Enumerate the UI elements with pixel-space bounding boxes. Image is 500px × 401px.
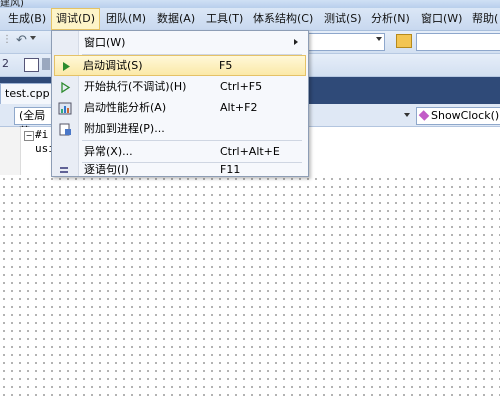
menu-item-label: 启动性能分析(A) [84, 101, 167, 114]
menu-item-label: 启动调试(S) [83, 59, 143, 72]
attach-icon [58, 122, 72, 136]
menu-help[interactable]: 帮助( [472, 8, 498, 30]
menu-item-attach-to-process[interactable]: 附加到进程(P)... [54, 118, 304, 139]
folder-icon[interactable] [396, 34, 412, 48]
play-icon [59, 60, 73, 73]
window-title-text: 建风) [0, 0, 24, 8]
editor-gutter [0, 127, 21, 175]
menu-item-label: 异常(X)... [84, 145, 133, 158]
menu-item-shortcut: Ctrl+F5 [220, 80, 263, 93]
undo-dropdown-icon[interactable] [30, 36, 36, 40]
window-title: 建风) [0, 0, 500, 8]
menu-item-label: 窗口(W) [84, 36, 126, 49]
member-combo-label: ShowClock() [431, 109, 500, 122]
toolbar-grip-icon: ⋮ [2, 34, 12, 45]
menu-tools[interactable]: 工具(T) [206, 8, 243, 30]
menu-item-start-debugging[interactable]: 启动调试(S) F5 [54, 55, 306, 76]
menu-item-label: 逐语句(I) [84, 163, 129, 176]
menu-item-shortcut: F5 [219, 59, 233, 72]
menu-item-label: 附加到进程(P)... [84, 122, 165, 135]
menu-window[interactable]: 窗口(W) [421, 8, 462, 30]
solution-config-combo[interactable] [305, 33, 385, 51]
submenu-arrow-icon [294, 39, 298, 45]
method-icon [418, 110, 430, 121]
find-combo[interactable] [416, 33, 500, 51]
window-icon[interactable] [24, 58, 39, 72]
tab-test-cpp[interactable]: test.cpp [0, 83, 56, 105]
menu-test[interactable]: 测试(S) [324, 8, 362, 30]
menu-team[interactable]: 团队(M) [106, 8, 146, 30]
step-into-icon [58, 164, 72, 176]
menu-build[interactable]: 生成(B) [8, 8, 46, 30]
menu-item-shortcut: Alt+F2 [220, 101, 258, 114]
menu-item-shortcut: Ctrl+Alt+E [220, 145, 280, 158]
menu-architecture[interactable]: 体系结构(C) [253, 8, 313, 30]
undo-icon[interactable]: ↶ [16, 33, 27, 48]
tool-icon[interactable] [42, 58, 50, 70]
chevron-down-icon [376, 37, 382, 41]
menu-debug[interactable]: 调试(D) [51, 8, 101, 30]
menu-item-label: 开始执行(不调试)(H) [84, 80, 187, 93]
collapse-icon[interactable]: − [24, 131, 34, 141]
menu-item-shortcut: F11 [220, 163, 241, 176]
play-outline-icon [58, 80, 72, 94]
menu-item-step-into[interactable]: 逐语句(I) F11 [54, 162, 304, 176]
toolbar-number-icon[interactable]: 2 [2, 57, 9, 70]
performance-icon [58, 101, 72, 115]
menu-item-start-without-debugging[interactable]: 开始执行(不调试)(H) Ctrl+F5 [54, 76, 304, 97]
menu-analyze[interactable]: 分析(N) [371, 8, 410, 30]
member-combo[interactable]: ShowClock() [416, 107, 500, 125]
code-line: #i [35, 128, 49, 141]
blank-region [0, 175, 500, 401]
debug-menu-dropdown: 窗口(W) 启动调试(S) F5 开始执行(不调试)(H) Ctrl+F5 启动… [51, 30, 309, 177]
menu-data[interactable]: 数据(A) [157, 8, 195, 30]
menu-bar: 生成(B) 调试(D) 团队(M) 数据(A) 工具(T) 体系结构(C) 测试… [0, 8, 500, 31]
menu-item-exceptions[interactable]: 异常(X)... Ctrl+Alt+E [54, 141, 304, 162]
menu-item-window[interactable]: 窗口(W) [54, 32, 304, 53]
scope-combo[interactable]: (全局范 [14, 107, 56, 138]
chevron-down-icon[interactable] [404, 113, 410, 117]
menu-item-start-performance-analysis[interactable]: 启动性能分析(A) Alt+F2 [54, 97, 304, 118]
